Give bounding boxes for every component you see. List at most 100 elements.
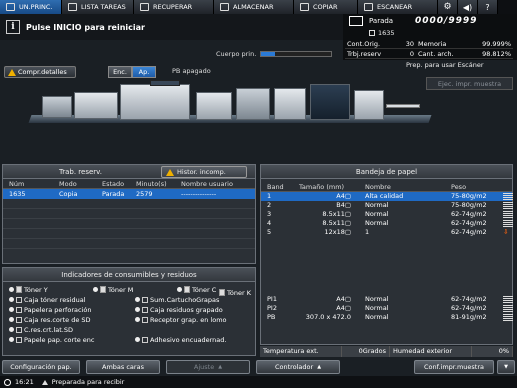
check-details-button[interactable]: Compr.detalles <box>4 66 76 78</box>
tray-band: PI1 <box>267 295 277 303</box>
power-off-button[interactable]: Ap. <box>132 66 156 78</box>
paper-level-icon <box>503 202 513 209</box>
duplex-button[interactable]: Ambas caras <box>86 360 160 374</box>
trim-box-icon <box>16 316 22 323</box>
help-button[interactable]: ? <box>478 0 498 14</box>
status-dot-icon <box>9 297 14 302</box>
toner-k-label: Tóner K <box>227 288 251 297</box>
copy-icon <box>300 3 309 11</box>
status-dot-icon <box>9 287 14 292</box>
sample-print-button[interactable]: Ejec. impr. muestra <box>426 77 513 90</box>
paper-level-icon <box>503 296 513 303</box>
table-row[interactable]: 1635 Copia Parada 2579 --------------- <box>3 189 255 199</box>
table-row-empty <box>3 209 255 219</box>
tray-size: A4▢ <box>336 192 351 200</box>
waste-toner-indicator: Caja tóner residual <box>9 295 135 304</box>
tab-store-label: ALMACENAR <box>233 3 274 11</box>
col-num: Núm <box>9 180 25 188</box>
toner-y-label: Tóner Y <box>24 285 48 294</box>
tray-size: B4▢ <box>336 201 351 209</box>
tray-weight: 62-74g/m2 <box>451 219 487 227</box>
tray-weight: 62-74g/m2 <box>451 228 487 236</box>
tray-weight: 62-74g/m2 <box>451 304 487 312</box>
cell-minutes: 2579 <box>136 190 153 198</box>
consumables-title: Indicadores de consumibles y residuos <box>3 268 255 282</box>
paper-tray-panel: Bandeja de papel Band Tamaño (mm) Nombre… <box>260 164 513 345</box>
status-dot-icon <box>135 307 140 312</box>
tray-row[interactable]: PI1 A4▢ Normal 62-74g/m2 <box>261 295 513 304</box>
trbj-reserv-label: Trbj.reserv <box>345 49 387 59</box>
tray-paper-name: Normal <box>365 201 389 209</box>
message-area: i Pulse INICIO para reiniciar <box>0 14 343 40</box>
toner-m-label: Tóner M <box>108 285 134 294</box>
incomplete-history-button[interactable]: Histor. incomp. <box>161 166 247 178</box>
status-dot-icon <box>9 327 14 332</box>
paper-tray-title: Bandeja de papel <box>261 165 512 179</box>
tray-warning-icon: ⇩ <box>503 228 509 236</box>
job-number: 1635 <box>378 29 395 37</box>
control-panel <box>150 80 180 86</box>
chevron-up-icon: ▲ <box>317 364 322 370</box>
tab-copy[interactable]: COPIAR <box>294 0 358 14</box>
spine-staple-icon <box>142 316 148 323</box>
controller-button[interactable]: Controlador ▲ <box>256 360 340 374</box>
footer-status-bar: 16:21 Preparada para recibir <box>0 376 517 388</box>
tray-size: 12x18▢ <box>324 228 351 236</box>
tray-band: PB <box>267 313 276 321</box>
status-message: Preparada para recibir <box>51 378 125 386</box>
power-toggle: Enc. Ap. <box>108 66 156 78</box>
output-tray <box>386 104 420 108</box>
memoria-value: 99.999% <box>456 39 513 49</box>
scan-icon <box>364 3 373 11</box>
staple-icon <box>142 296 148 303</box>
col-state: Estado <box>102 180 125 188</box>
job-icon <box>369 30 375 36</box>
hum-label: Humedad exterior <box>390 346 472 357</box>
cell-mode: Copia <box>59 190 78 198</box>
tab-store[interactable]: ALMACENAR <box>214 0 294 14</box>
tray-row[interactable]: 4 8.5x11▢ Normal 62-74g/m2 <box>261 219 513 228</box>
toner-level-bar <box>260 51 333 57</box>
settings-button[interactable]: ⚙ <box>438 0 458 14</box>
sample-print-setting-button[interactable]: Conf.impr.muestra <box>414 360 494 374</box>
tray-band: 1 <box>267 192 272 200</box>
tray-row[interactable]: PB 307.0 x 472.0 Normal 81-91g/m2 <box>261 313 513 322</box>
tab-home-label: UN.PRINC. <box>19 3 53 11</box>
adjust-button[interactable]: Ajuste ▲ <box>166 360 250 374</box>
tab-job-list[interactable]: LISTA TAREAS <box>62 0 134 14</box>
empty-cell <box>135 325 261 334</box>
punch-icon <box>16 306 22 313</box>
tray-band: 2 <box>267 201 272 209</box>
status-dot-icon <box>177 287 182 292</box>
tray-size: A4▢ <box>336 304 351 312</box>
tab-home[interactable]: UN.PRINC. <box>0 0 62 14</box>
tray-row[interactable]: 1 A4▢ Alta calidad 75-80g/m2 <box>261 192 513 201</box>
power-on-button[interactable]: Enc. <box>108 66 132 78</box>
toner-icon <box>184 286 190 293</box>
tray-row[interactable]: 3 8.5x11▢ Normal 62-74g/m2 <box>261 210 513 219</box>
tray-row[interactable]: 2 B4▢ Normal 75-80g/m2 <box>261 201 513 210</box>
tray-size: 8.5x11▢ <box>322 210 351 218</box>
tray-row[interactable]: 5 12x18▢ 1 62-74g/m2 ⇩ <box>261 228 512 237</box>
tray-size: A4▢ <box>336 295 351 303</box>
paper-feeder-unit-2 <box>74 92 118 119</box>
scroll-down-button[interactable]: ▼ <box>497 360 515 374</box>
chevron-up-icon: ▲ <box>218 364 223 370</box>
tray-weight: 62-74g/m2 <box>451 210 487 218</box>
toner-label: Cuerpo prin. <box>216 50 257 58</box>
chevron-down-icon: ▼ <box>504 364 508 370</box>
status-dot-icon <box>9 307 14 312</box>
adjust-label: Ajuste <box>193 363 215 371</box>
reserved-jobs-header: Núm Modo Estado Minuto(s) Nombre usuario <box>3 179 255 189</box>
speaker-icon: ◀) <box>462 2 473 12</box>
main-body-unit <box>120 84 190 120</box>
tray-weight: 75-80g/m2 <box>451 192 487 200</box>
tab-scan[interactable]: ESCANEAR <box>358 0 438 14</box>
volume-button[interactable]: ◀) <box>458 0 478 14</box>
tab-recall[interactable]: RECUPERAR <box>134 0 214 14</box>
paper-setting-button[interactable]: Configuración pap. <box>2 360 80 374</box>
cant-arch-value: 98.812% <box>456 49 513 59</box>
copy-counter: 0000/9999 <box>415 16 478 26</box>
tray-row[interactable]: PI2 A4▢ Normal 62-74g/m2 <box>261 304 513 313</box>
punch-label: Papelera perforación <box>24 305 92 314</box>
